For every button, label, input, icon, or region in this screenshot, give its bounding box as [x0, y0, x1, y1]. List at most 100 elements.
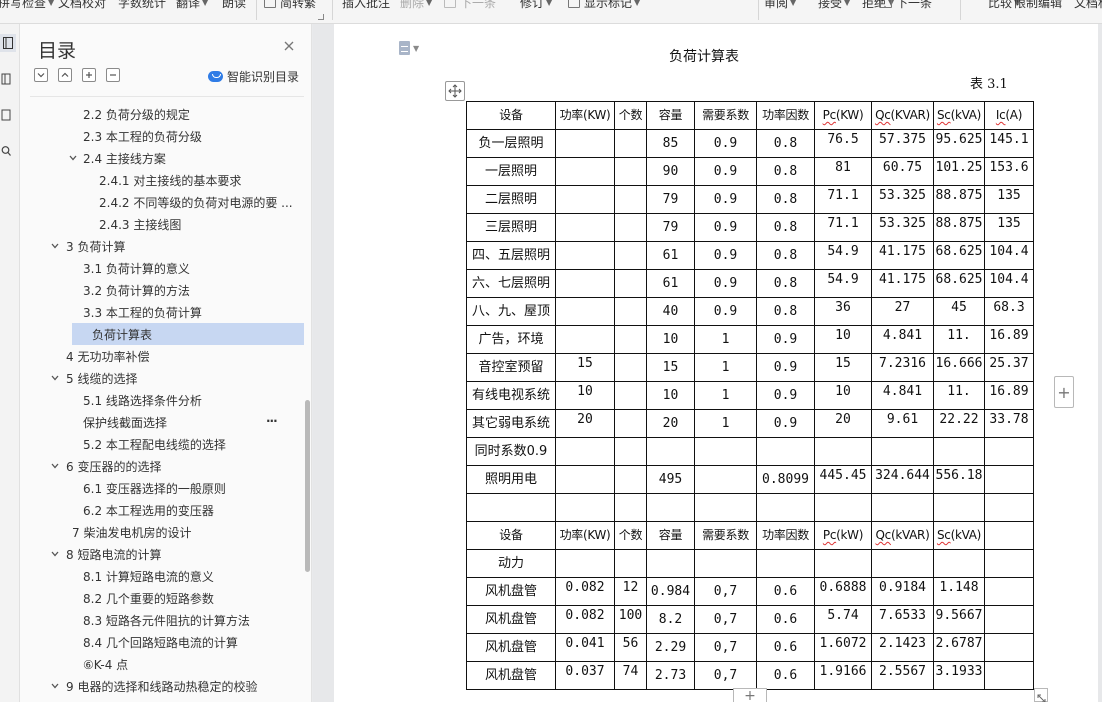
table-cell[interactable]: [933, 549, 985, 578]
table-cell[interactable]: 10: [814, 325, 872, 354]
table-cell[interactable]: 12: [614, 577, 647, 606]
table-cell[interactable]: 0.9: [694, 185, 757, 214]
table-cell[interactable]: 20: [814, 409, 872, 438]
table-cell[interactable]: [933, 493, 985, 522]
table-cell[interactable]: 2.29: [646, 633, 695, 662]
table-cell[interactable]: 22.22: [933, 409, 985, 438]
table-cell[interactable]: [555, 241, 615, 270]
table-cell[interactable]: 1: [694, 353, 757, 382]
table-cell[interactable]: 153.6: [984, 157, 1034, 186]
toc-item[interactable]: ⑥K-4 点: [30, 653, 304, 675]
toc-item[interactable]: 6 变压器的的选择: [30, 455, 304, 477]
toolbar-item-0[interactable]: 拼写检查 ▼: [0, 0, 54, 11]
table-cell[interactable]: 0.082: [555, 577, 615, 606]
toc-item[interactable]: 8.1 计算短路电流的意义: [30, 565, 304, 587]
chevron-down-icon[interactable]: [50, 373, 60, 383]
table-cell[interactable]: [614, 241, 647, 270]
toolbar-item-16[interactable]: 限制编辑: [1014, 0, 1062, 11]
table-cell[interactable]: 0.8: [756, 241, 815, 270]
table-cell[interactable]: [984, 549, 1034, 578]
table-cell[interactable]: 个数: [614, 101, 647, 130]
table-cell[interactable]: 36: [814, 297, 872, 326]
table-cell[interactable]: 0,7: [694, 661, 757, 690]
table-cell[interactable]: [555, 465, 615, 494]
table-cell[interactable]: 15: [555, 353, 615, 382]
table-cell[interactable]: 0.9: [694, 241, 757, 270]
table-cell[interactable]: [871, 437, 934, 466]
table-cell[interactable]: 135: [984, 213, 1034, 242]
toc-item[interactable]: 8.4 几个回路短路电流的计算: [30, 631, 304, 653]
table-cell[interactable]: 8.2: [646, 605, 695, 634]
table-cell[interactable]: 7.6533: [871, 605, 934, 634]
toc-item[interactable]: 6.2 本工程选用的变压器: [30, 499, 304, 521]
table-cell[interactable]: 0.6: [756, 577, 815, 606]
table-cell[interactable]: 其它弱电系统: [466, 409, 556, 438]
table-cell[interactable]: 104.4: [984, 241, 1034, 270]
table-cell[interactable]: [614, 185, 647, 214]
table-cell[interactable]: 0.8: [756, 213, 815, 242]
table-cell[interactable]: 0.8: [756, 297, 815, 326]
table-cell[interactable]: 10: [555, 381, 615, 410]
toc-item[interactable]: 9 电器的选择和线路动热稳定的校验: [30, 675, 304, 697]
table-cell[interactable]: [984, 465, 1034, 494]
table-cell[interactable]: 广告，环境: [466, 325, 556, 354]
table-cell[interactable]: 0.037: [555, 661, 615, 690]
toc-item[interactable]: 2.4.3 主接线图: [30, 213, 304, 235]
table-cell[interactable]: 功率(KW): [555, 101, 615, 130]
table-cell[interactable]: [871, 493, 934, 522]
table-cell[interactable]: 90: [646, 157, 695, 186]
toc-item[interactable]: 5.2 本工程配电线缆的选择: [30, 433, 304, 455]
table-cell[interactable]: 0.6: [756, 605, 815, 634]
toc-item[interactable]: 7 柴油发电机房的设计: [30, 521, 304, 543]
table-cell[interactable]: [614, 157, 647, 186]
table-cell[interactable]: [984, 521, 1034, 550]
table-cell[interactable]: 88.875: [933, 185, 985, 214]
table-cell[interactable]: 54.9: [814, 241, 872, 270]
table-cell[interactable]: 324.644: [871, 465, 934, 494]
table-cell[interactable]: 16.666: [933, 353, 985, 382]
toc-item[interactable]: 8.2 几个重要的短路参数: [30, 587, 304, 609]
table-cell[interactable]: 同时系数0.9: [466, 437, 556, 466]
table-cell[interactable]: 0.6888: [814, 577, 872, 606]
chevron-down-icon[interactable]: [50, 549, 60, 559]
toc-item[interactable]: 2.3 本工程的负荷分级: [30, 125, 304, 147]
toolbar-item-6[interactable]: 插入批注: [342, 0, 390, 11]
table-cell[interactable]: 60.75: [871, 157, 934, 186]
table-cell[interactable]: [614, 269, 647, 298]
table-cell[interactable]: 0.8: [756, 269, 815, 298]
chevron-down-icon[interactable]: [50, 241, 60, 251]
toolbar-item-3[interactable]: 翻译 ▼: [176, 0, 208, 11]
table-cell[interactable]: [984, 633, 1034, 662]
table-cell[interactable]: 1: [694, 325, 757, 354]
table-cell[interactable]: 0.9: [694, 129, 757, 158]
table-cell[interactable]: Pc(KW): [814, 101, 872, 130]
table-cell[interactable]: 容量: [646, 521, 695, 550]
toc-item[interactable]: 2.4.2 不同等级的负荷对电源的要 ...: [30, 191, 304, 213]
table-cell[interactable]: [614, 297, 647, 326]
table-cell[interactable]: 0.9: [756, 409, 815, 438]
add-row-button[interactable]: +: [733, 688, 767, 702]
table-cell[interactable]: 556.18: [933, 465, 985, 494]
bookmark-panel-icon[interactable]: [0, 70, 12, 88]
table-cell[interactable]: Qc(kVAR): [871, 521, 934, 550]
expand-all-icon[interactable]: [34, 68, 48, 82]
table-cell[interactable]: 二层照明: [466, 185, 556, 214]
table-cell[interactable]: 需要系数: [694, 521, 757, 550]
table-cell[interactable]: 54.9: [814, 269, 872, 298]
table-cell[interactable]: 4.841: [871, 325, 934, 354]
table-cell[interactable]: 设备: [466, 521, 556, 550]
table-cell[interactable]: 0,7: [694, 605, 757, 634]
table-cell[interactable]: 15: [646, 353, 695, 382]
toc-item[interactable]: 3.2 负荷计算的方法: [30, 279, 304, 301]
table-cell[interactable]: 53.325: [871, 213, 934, 242]
table-cell[interactable]: [614, 213, 647, 242]
table-cell[interactable]: 101.25: [933, 157, 985, 186]
toolbar-item-10[interactable]: 显示标记 ▼: [568, 0, 640, 11]
table-cell[interactable]: [694, 549, 757, 578]
table-cell[interactable]: [555, 213, 615, 242]
table-cell[interactable]: 个数: [614, 521, 647, 550]
table-cell[interactable]: 0.9: [694, 269, 757, 298]
table-cell[interactable]: [646, 493, 695, 522]
table-cell[interactable]: 2.5567: [871, 661, 934, 690]
table-cell[interactable]: [614, 325, 647, 354]
